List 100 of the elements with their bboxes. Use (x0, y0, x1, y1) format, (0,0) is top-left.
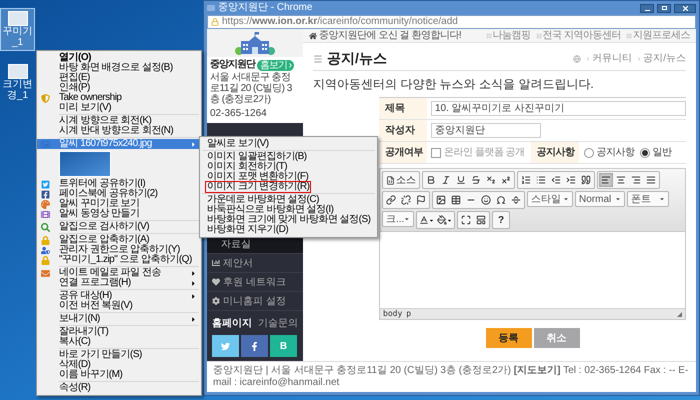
menu-item[interactable]: 이름 바꾸기(M) (37, 370, 201, 380)
menu-item[interactable]: 잘라내기(T) (37, 327, 201, 337)
smiley-button[interactable] (479, 193, 493, 207)
menu-item[interactable]: 알집으로 압축하기(A) (37, 235, 201, 245)
menu-item[interactable]: 알씨 꾸미기로 보기 (37, 199, 201, 209)
menu-item[interactable]: 이미지 크기 변경하기(R) (205, 181, 312, 193)
menu-item[interactable]: 이미지 포맷 변환하기(F) (205, 171, 310, 183)
intro-text: 지역아동센터의 다양한 뉴스와 소식을 알려드립니다. (313, 77, 595, 91)
unlink-button[interactable] (399, 193, 413, 207)
menu-item[interactable]: 바탕화면 크기에 맞게 바탕화면 설정(S) (205, 214, 372, 226)
caret-icon (190, 316, 197, 322)
quote-button[interactable] (579, 173, 593, 187)
desktop-icon[interactable]: 크기변경_1 (0, 61, 35, 104)
menu-item[interactable]: 시계 방향으로 회전(K) (37, 116, 201, 126)
menu-item[interactable]: 관리자 권한으로 압축하기(Y) (37, 245, 201, 255)
superscript-icon (501, 175, 511, 185)
menu-item[interactable]: 시계 반대 방향으로 회전(N) (37, 126, 201, 136)
path-item[interactable]: p (406, 310, 412, 318)
browser-window[interactable] (203, 0, 700, 396)
sidebar-item[interactable]: 후원 네트워크 (207, 272, 303, 291)
minimize-button[interactable] (640, 4, 654, 12)
menu-item[interactable]: 바탕화면 지우기(D) (205, 224, 290, 236)
file-thumbnail (8, 11, 28, 26)
bullet-list-icon (536, 175, 546, 185)
show-blocks-button[interactable] (474, 213, 488, 227)
image-icon (41, 140, 50, 148)
flag-button[interactable] (414, 193, 428, 207)
dropdown[interactable]: 폰트 (627, 191, 669, 207)
favicon-icon (207, 5, 215, 11)
sidebar-item[interactable]: 제안서 (207, 253, 303, 272)
field-label: 제목 (379, 98, 427, 119)
quote-icon (581, 175, 591, 185)
breadcrumb-link[interactable]: 공지/뉴스 (643, 51, 686, 66)
bird-icon (221, 342, 230, 350)
palette-icon (41, 200, 50, 208)
numbered-list-button[interactable] (519, 173, 533, 187)
menu-item[interactable]: 복사(C) (37, 337, 201, 347)
support-link[interactable]: 기술문의 (258, 316, 298, 331)
menu-item[interactable]: 인쇄(P) (37, 83, 201, 93)
menu-item[interactable]: 미리 보기(V) (37, 103, 201, 113)
input-field[interactable]: 중앙지원단 (431, 123, 541, 138)
menu-item[interactable]: 바둑판식으로 바탕화면 설정(I) (205, 204, 336, 216)
menu-item[interactable]: "꾸미기_1.zip" 으로 압축하기(Q) (37, 255, 201, 265)
menu-item[interactable]: 네이트 메일로 파일 전송 (37, 268, 201, 278)
menu-item[interactable]: 알씨 동영상 만들기 (37, 209, 201, 219)
menu-item[interactable]: 트위터에 공유하기(I) (37, 179, 201, 189)
help-button[interactable]: ? (494, 213, 508, 227)
menu-item[interactable]: 연결 프로그램(H) (37, 278, 201, 288)
field-label: 작성자 (379, 120, 427, 141)
menu-item[interactable]: Take ownership (37, 93, 201, 103)
menu-item[interactable]: 삭제(D) (37, 360, 201, 370)
link-button[interactable] (384, 193, 398, 207)
menu-item[interactable]: 속성(R) (37, 383, 201, 393)
menu-item[interactable]: 가운데로 바탕화면 설정(C) (205, 194, 321, 206)
menu-item[interactable]: 알씨 1607t975x240.jpg (37, 139, 201, 149)
breadcrumb-link[interactable]: 커뮤니티 (592, 51, 632, 66)
chevron-icon (636, 56, 642, 62)
resize-handle-icon[interactable] (677, 312, 682, 316)
radio-button[interactable] (640, 148, 650, 158)
submit-button[interactable]: 등록 (486, 328, 532, 348)
image-icon (436, 195, 446, 205)
desktop-icon[interactable]: 꾸미기_1 (0, 8, 35, 51)
menu-icon (313, 54, 323, 64)
menu-item[interactable]: 이미지 회전하기(T) (205, 161, 290, 173)
menu-item[interactable]: 바로 가기 만들기(S) (37, 350, 201, 360)
menu-item[interactable]: 이전 버전 복원(V) (37, 301, 201, 311)
menu-item[interactable]: 공유 대상(H) (37, 291, 201, 301)
dropdown[interactable]: 크... (382, 211, 414, 227)
menu-item[interactable]: 바탕 화면 배경으로 설정(B) (37, 63, 201, 73)
underline-icon (456, 175, 466, 185)
url-text: https://www.ion.or.kr/icareinfo/community/notice/add (222, 16, 458, 28)
radio-button[interactable] (584, 148, 594, 158)
address-bar[interactable]: https://www.ion.or.kr/icareinfo/community/notice/add (207, 15, 696, 29)
dropdown[interactable]: 스타일 (527, 191, 573, 207)
checkbox[interactable] (431, 148, 441, 158)
menu-item[interactable]: 편집(E) (37, 73, 201, 83)
align-left-button[interactable] (599, 173, 613, 187)
table-button[interactable] (449, 193, 463, 207)
homepage-link[interactable]: 홈페이지 (212, 316, 252, 331)
source-button[interactable]: 소스 (384, 173, 418, 187)
path-item[interactable]: body (383, 310, 402, 318)
close-button[interactable] (674, 4, 696, 12)
maximize-button[interactable] (459, 213, 473, 227)
paint-bucket-icon (437, 215, 447, 225)
dropdown[interactable]: Normal (575, 191, 625, 207)
image-button[interactable] (434, 193, 448, 207)
lock-icon (211, 18, 219, 26)
menu-item[interactable]: 페이스북에 공유하기(2) (37, 189, 201, 199)
sidebar-item[interactable]: 미니홈피 설정 (207, 291, 303, 310)
menu-item[interactable]: 열기(O) (37, 53, 201, 63)
link-icon (386, 195, 396, 205)
facebook-button[interactable] (241, 335, 268, 357)
menu-item[interactable]: 알집으로 검사하기(V) (37, 222, 201, 232)
input-field[interactable]: 10. 알씨꾸미기로 사진꾸미기 (431, 101, 686, 116)
align-left-icon (601, 175, 611, 185)
menu-item[interactable]: 이미지 일괄편집하기(B) (205, 151, 309, 163)
maximize-button[interactable] (657, 4, 671, 12)
align-right-icon (631, 175, 641, 185)
menu-item[interactable]: 알씨로 보기(V) (205, 138, 271, 150)
menu-item[interactable]: 보내기(N) (37, 314, 201, 324)
